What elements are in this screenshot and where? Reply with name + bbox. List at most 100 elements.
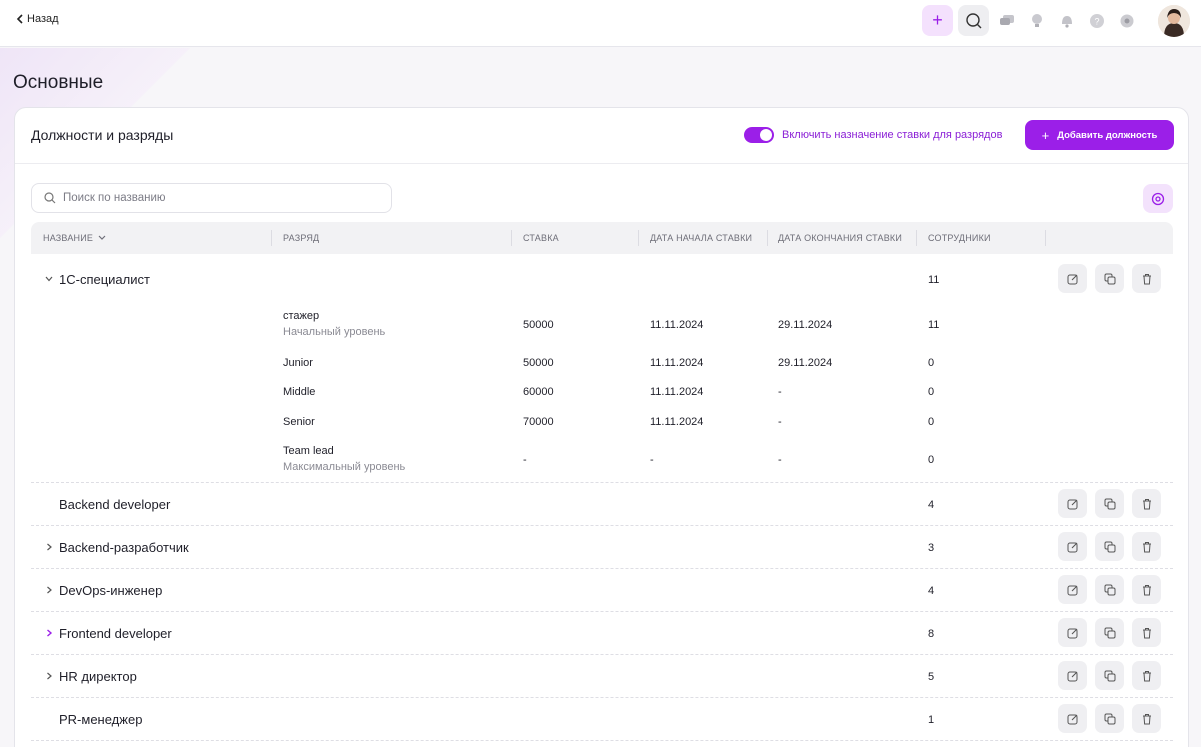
- table-row[interactable]: Frontend developer 8: [31, 612, 1173, 655]
- delete-button[interactable]: [1132, 532, 1161, 561]
- delete-button[interactable]: [1132, 489, 1161, 518]
- table-settings-button[interactable]: [1143, 184, 1173, 213]
- column-divider: [638, 230, 639, 246]
- copy-button[interactable]: [1095, 618, 1124, 647]
- edit-button[interactable]: [1058, 532, 1087, 561]
- card-header: Должности и разряды Включить назначение …: [15, 108, 1188, 164]
- copy-button[interactable]: [1095, 704, 1124, 733]
- grade-name: Middle: [283, 386, 316, 398]
- employee-count: 4: [928, 585, 935, 597]
- lightbulb-icon: [1032, 13, 1042, 27]
- delete-button[interactable]: [1132, 575, 1161, 604]
- edit-button[interactable]: [1058, 489, 1087, 518]
- grade-employee-count: 0: [928, 416, 935, 428]
- column-employees-header: СОТРУДНИКИ: [928, 233, 991, 243]
- edit-button[interactable]: [1058, 575, 1087, 604]
- table-row[interactable]: Backend-разработчик 3: [31, 526, 1173, 569]
- chat-icon: [1000, 14, 1014, 25]
- grade-cell: Team lead Максимальный уровень: [283, 445, 405, 473]
- notifications-button[interactable]: [1054, 5, 1080, 36]
- table-row[interactable]: HR директор 5: [31, 655, 1173, 698]
- chevron-right-icon[interactable]: [45, 543, 53, 551]
- table-header: НАЗВАНИЕ РАЗРЯД СТАВКА ДАТА НАЧАЛА СТАВК…: [31, 222, 1173, 254]
- copy-icon: [1104, 273, 1115, 284]
- table-row[interactable]: DevOps-инженер 4: [31, 569, 1173, 612]
- grade-start-date: -: [650, 454, 654, 466]
- copy-button[interactable]: [1095, 661, 1124, 690]
- column-divider: [767, 230, 768, 246]
- edit-icon: [1067, 714, 1077, 724]
- user-avatar-icon: [1158, 5, 1190, 37]
- row-actions: [1058, 661, 1161, 690]
- add-position-button[interactable]: + Добавить должность: [1025, 120, 1174, 150]
- grade-end-date: -: [778, 454, 782, 466]
- copy-icon: [1104, 584, 1115, 595]
- grade-end-date: -: [778, 386, 782, 398]
- create-button[interactable]: +: [922, 5, 953, 36]
- card-title: Должности и разряды: [31, 127, 174, 143]
- copy-icon: [1104, 541, 1115, 552]
- copy-button[interactable]: [1095, 532, 1124, 561]
- positions-table: НАЗВАНИЕ РАЗРЯД СТАВКА ДАТА НАЧАЛА СТАВК…: [31, 222, 1173, 741]
- help-button[interactable]: ?: [1084, 5, 1110, 36]
- edit-button[interactable]: [1058, 704, 1087, 733]
- settings-button[interactable]: [1114, 5, 1140, 36]
- position-name: PR-менеджер: [59, 712, 143, 727]
- copy-button[interactable]: [1095, 489, 1124, 518]
- column-end-header: ДАТА ОКОНЧАНИЯ СТАВКИ: [778, 233, 902, 243]
- plus-icon: +: [1041, 127, 1050, 143]
- row-actions: [1058, 575, 1161, 604]
- ideas-button[interactable]: [1024, 5, 1050, 36]
- table-row[interactable]: 1С-специалист 11: [31, 254, 1173, 306]
- copy-button[interactable]: [1095, 575, 1124, 604]
- back-link[interactable]: Назад: [16, 13, 59, 25]
- trash-icon: [1142, 584, 1151, 595]
- grade-name: Team lead: [283, 445, 334, 457]
- chevron-right-icon[interactable]: [45, 672, 53, 680]
- chat-button[interactable]: [994, 5, 1020, 36]
- grade-level: Максимальный уровень: [283, 461, 406, 473]
- edit-button[interactable]: [1058, 264, 1087, 293]
- table-row[interactable]: PR-менеджер 1: [31, 698, 1173, 741]
- edit-icon: [1067, 585, 1077, 595]
- delete-button[interactable]: [1132, 704, 1161, 733]
- column-name-header[interactable]: НАЗВАНИЕ: [43, 233, 106, 243]
- rate-assignment-toggle[interactable]: [744, 127, 774, 143]
- position-name: DevOps-инженер: [59, 583, 163, 598]
- column-rate-header: СТАВКА: [523, 233, 559, 243]
- grade-rate: 50000: [523, 357, 554, 369]
- grade-rate: 50000: [523, 319, 554, 331]
- column-grade-header: РАЗРЯД: [283, 233, 319, 243]
- grade-end-date: -: [778, 416, 782, 428]
- edit-icon: [1067, 274, 1077, 284]
- chevron-right-icon[interactable]: [45, 629, 53, 637]
- global-search-button[interactable]: [958, 5, 989, 36]
- copy-button[interactable]: [1095, 264, 1124, 293]
- trash-icon: [1142, 541, 1151, 552]
- chevron-right-icon[interactable]: [45, 586, 53, 594]
- trash-icon: [1142, 273, 1151, 284]
- table-row[interactable]: Backend developer 4: [31, 483, 1173, 526]
- delete-button[interactable]: [1132, 264, 1161, 293]
- search-field[interactable]: [31, 183, 392, 213]
- avatar[interactable]: [1158, 5, 1190, 37]
- chevron-down-icon[interactable]: [45, 275, 53, 283]
- column-divider: [916, 230, 917, 246]
- search-input[interactable]: [63, 192, 363, 204]
- chevron-left-icon: [16, 14, 23, 24]
- svg-text:?: ?: [1094, 16, 1099, 26]
- delete-button[interactable]: [1132, 661, 1161, 690]
- grade-end-date: 29.11.2024: [778, 357, 833, 369]
- grade-rate: 60000: [523, 386, 554, 398]
- delete-button[interactable]: [1132, 618, 1161, 647]
- trash-icon: [1142, 670, 1151, 681]
- edit-button[interactable]: [1058, 618, 1087, 647]
- column-divider: [1045, 230, 1046, 246]
- column-employees-label: СОТРУДНИКИ: [928, 233, 991, 243]
- grade-employee-count: 0: [928, 357, 935, 369]
- column-start-label: ДАТА НАЧАЛА СТАВКИ: [650, 233, 753, 243]
- search-icon: [965, 12, 981, 28]
- back-label: Назад: [27, 13, 59, 25]
- edit-button[interactable]: [1058, 661, 1087, 690]
- column-divider: [271, 230, 272, 246]
